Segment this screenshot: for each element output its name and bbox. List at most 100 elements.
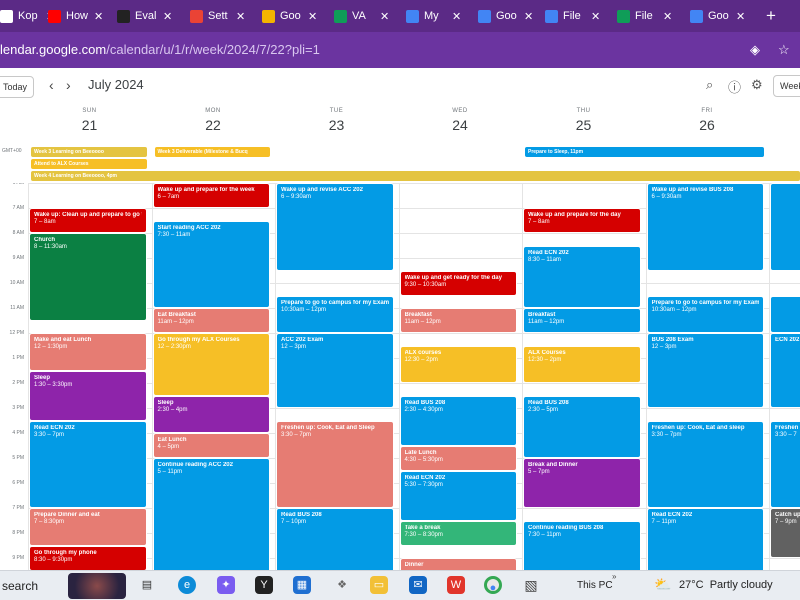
day-header[interactable]: THU 25 [522,108,645,133]
search-icon[interactable]: ⌕ [706,77,713,93]
day-number[interactable]: 24 [399,117,522,133]
calendar-event[interactable]: Wake up and prepare for the week 6 – 7am [152,183,270,208]
calendar-event[interactable]: Sleep 1:30 – 3:30pm [29,370,147,421]
calendar-event[interactable]: Wake up and prepare for the day 7 – 8am [523,208,641,233]
all-day-event[interactable]: Prepare to Sleep, 11pm [525,147,764,157]
calendar-event[interactable]: Catch up 7 – 9pm [770,508,800,558]
chrome-icon[interactable]: ● [484,576,502,594]
calendar-event[interactable]: Wake up: Clean up and prepare to go to 7 … [29,208,147,233]
calendar-event[interactable]: Take a break 7:30 – 8:30pm [399,520,517,546]
calendar-event[interactable]: Prepare Dinner and eat 7 – 8:30pm [29,508,147,546]
calendar-event[interactable]: Read ECN 202 5:30 – 7:30pm [399,470,517,521]
wps-office-icon[interactable]: W [447,576,465,594]
calendar-event[interactable]: Prepare to go to campus for my Exam 10:30… [646,295,764,333]
day-header[interactable]: FRI 26 [646,108,769,133]
calendar-event[interactable]: Continue reading ACC 202 5 – 11pm [152,458,270,570]
browser-tab[interactable]: Sett ✕ [190,5,245,27]
all-day-event[interactable]: Week 3 Learning on Beeoooo [31,147,147,157]
tab-close-icon[interactable]: ✕ [380,10,389,23]
tab-close-icon[interactable]: ✕ [308,10,317,23]
tab-close-icon[interactable]: ✕ [736,10,745,23]
calendar-event[interactable]: ECN 202 [770,333,800,408]
calendar-event[interactable]: Prepare to go to campus for my Exam 10:30… [276,295,394,333]
browser-tab[interactable]: File ✕ [617,5,672,27]
tab-close-icon[interactable]: ✕ [163,10,172,23]
new-tab-plus-icon[interactable]: + [766,6,776,26]
calendar-event[interactable]: Freshen up: Cook, Eat and sleep 3:30 – 7p… [646,420,764,508]
browser-tab[interactable]: Eval ✕ [117,5,172,27]
day-number[interactable]: 22 [152,117,275,133]
day-header[interactable]: MON 22 [152,108,275,133]
calendar-event[interactable]: Wake up and revise BUS 208 6 – 9:30am [646,183,764,271]
mail-icon[interactable]: ✉ [409,576,427,594]
hide-eye-icon[interactable]: ◈ [750,42,760,58]
all-day-event[interactable]: Week 4 Learning on Beeoooo, 4pm [31,171,800,181]
weather-widget[interactable]: 27°C Partly cloudy [679,579,773,591]
previous-week-chevron-icon[interactable]: ‹ [49,77,54,93]
calendar-event[interactable]: Make and eat Lunch 12 – 1:30pm [29,333,147,371]
day-number[interactable]: 23 [275,117,398,133]
tab-close-icon[interactable]: ✕ [663,10,672,23]
help-icon[interactable]: ⓘ [728,77,741,96]
calendar-event[interactable]: Breakfast 11am – 12pm [523,308,641,333]
address-bar[interactable]: lendar.google.com/calendar/u/1/r/week/20… [0,32,800,68]
browser-tab[interactable]: How ✕ [48,5,103,27]
all-day-event[interactable]: Week 3 Deliverable (Milestone & Bucq [154,147,270,157]
calendar-event[interactable]: BUS 208 Exam 12 – 3pm [646,333,764,408]
url-text[interactable]: lendar.google.com/calendar/u/1/r/week/20… [0,42,320,57]
calendar-event[interactable]: Breakfast 11am – 12pm [399,308,517,333]
calendar-event[interactable]: Wake up and get ready for the day 9:30 – … [399,270,517,296]
calendar-event[interactable]: Read BUS 208 2:30 – 4:30pm [399,395,517,446]
calendar-event[interactable]: Dinner [399,558,517,570]
tab-close-icon[interactable]: ✕ [236,10,245,23]
calendar-event[interactable]: Freshen up: Cook, Eat and Sleep 3:30 – 7p… [276,420,394,508]
dropbox-icon[interactable]: ❖ [333,576,351,594]
copilot-icon[interactable]: ✦ [217,576,235,594]
file-explorer-icon[interactable]: ▭ [370,576,388,594]
day-number[interactable]: 26 [646,117,769,133]
microsoft-store-icon[interactable]: ▦ [293,576,311,594]
browser-tab[interactable]: Goo ✕ [478,5,533,27]
calendar-event[interactable]: Read ECN 202 3:30 – 7pm [29,420,147,508]
calendar-event[interactable] [770,183,800,271]
browser-tab[interactable]: Kop✕ [0,5,55,27]
this-pc-label[interactable]: This PC [577,580,613,591]
calendar-event[interactable]: Freshen 3:30 – 7 [770,420,800,508]
calendar-event[interactable]: Go through my phone 8:30 – 9:30pm [29,545,147,570]
day-header[interactable]: TUE 23 [275,108,398,133]
today-button[interactable]: Today [0,76,34,98]
browser-tab[interactable]: Goo ✕ [690,5,745,27]
week-time-grid[interactable]: 6 AM 7 AM 8 AM 9 AM 10 AM 11 AM 12 PM 1 PM 2 PM 3… [0,183,800,570]
calendar-event[interactable]: Start reading ACC 202 7:30 – 11am [152,220,270,308]
browser-tab[interactable]: Goo ✕ [262,5,317,27]
calendar-event[interactable]: Read ECN 202 8:30 – 11am [523,245,641,308]
calendar-event[interactable]: Eat Lunch 4 – 5pm [152,433,270,458]
calendar-event[interactable]: Eat Breakfast 11am – 12pm [152,308,270,333]
calendar-event[interactable]: Church 8 – 11:30am [29,233,147,321]
calendar-event[interactable]: ALX Courses 12:30 – 2pm [523,345,641,383]
all-day-event[interactable]: Attend to ALX Courses [31,159,147,169]
tab-close-icon[interactable]: ✕ [452,10,461,23]
calendar-event[interactable]: Late Lunch 4:30 – 5:30pm [399,445,517,471]
tab-close-icon[interactable]: ✕ [94,10,103,23]
day-number[interactable]: 21 [28,117,151,133]
calendar-event[interactable]: Sleep 2:30 – 4pm [152,395,270,433]
bookmark-star-icon[interactable]: ☆ [778,42,790,58]
edge-browser-icon[interactable]: e [178,576,196,594]
browser-tab[interactable]: File ✕ [545,5,600,27]
calendar-event[interactable]: ACC 202 Exam 12 – 3pm [276,333,394,408]
y-app-icon[interactable]: Y [255,576,273,594]
calendar-event[interactable]: Wake up and revise ACC 202 6 – 9:30am [276,183,394,271]
settings-gear-icon[interactable]: ⚙ [751,77,763,93]
calendar-event[interactable]: Continue reading BUS 208 7:30 – 11pm [523,520,641,570]
calendar-event[interactable]: Read BUS 208 2:30 – 5pm [523,395,641,458]
calendar-event[interactable]: Go through my ALX Courses 12 – 2:30pm [152,333,270,396]
day-header[interactable]: WED 24 [399,108,522,133]
browser-tab[interactable]: VA ✕ [334,5,389,27]
calendar-event[interactable] [770,295,800,333]
calendar-event[interactable]: ALX courses 12:30 – 2pm [399,345,517,383]
day-number[interactable]: 25 [522,117,645,133]
tab-close-icon[interactable]: ✕ [524,10,533,23]
taskbar-search-box[interactable]: search [2,579,38,593]
calendar-event[interactable]: Read BUS 208 7 – 10pm [276,508,394,570]
